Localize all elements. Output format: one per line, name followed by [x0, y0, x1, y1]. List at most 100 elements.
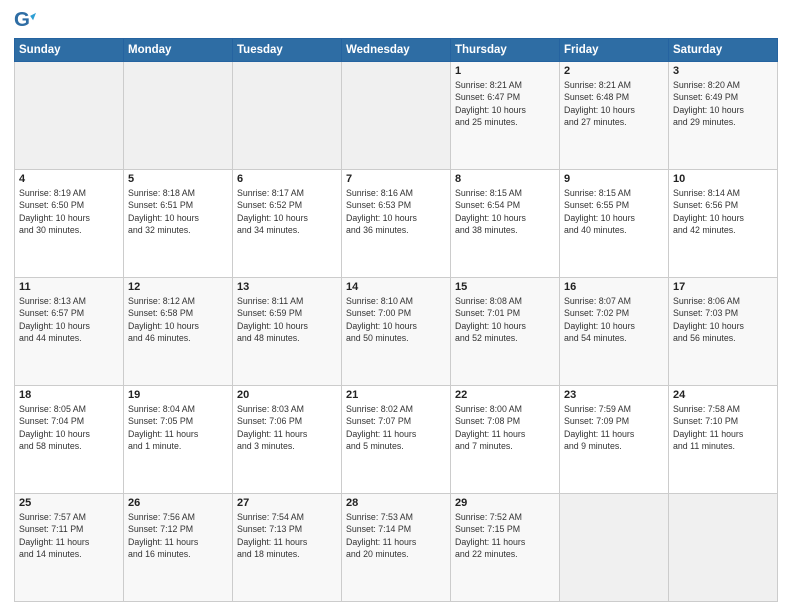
day-number: 17 [673, 281, 773, 293]
weekday-header: Tuesday [233, 39, 342, 62]
day-info: Sunrise: 8:15 AMSunset: 6:54 PMDaylight:… [455, 187, 555, 236]
weekday-header: Wednesday [342, 39, 451, 62]
calendar-cell: 23 Sunrise: 7:59 AMSunset: 7:09 PMDayligh… [560, 386, 669, 494]
calendar-cell: 14Sunrise: 8:10 AMSunset: 7:00 PMDayligh… [342, 278, 451, 386]
calendar-cell [342, 62, 451, 170]
calendar-cell: 16 Sunrise: 8:07 AMSunset: 7:02 PMDayligh… [560, 278, 669, 386]
day-number: 12 [128, 281, 228, 293]
day-info: Sunrise: 8:12 AMSunset: 6:58 PMDaylight:… [128, 295, 228, 344]
calendar-week-row: 1Sunrise: 8:21 AMSunset: 6:47 PMDaylight… [15, 62, 778, 170]
day-number: 20 [237, 389, 337, 401]
day-number: 21 [346, 389, 446, 401]
day-number: 7 [346, 173, 446, 185]
page: G SundayMondayTuesdayWednesdayThursdayFr… [0, 0, 792, 612]
day-info: Sunrise: 8:20 AMSunset: 6:49 PMDaylight:… [673, 79, 773, 128]
calendar-cell [669, 494, 778, 602]
day-number: 6 [237, 173, 337, 185]
day-number: 16 [564, 281, 664, 293]
day-number: 23 [564, 389, 664, 401]
calendar-cell: 1Sunrise: 8:21 AMSunset: 6:47 PMDaylight… [451, 62, 560, 170]
calendar-cell: 3 Sunrise: 8:20 AMSunset: 6:49 PMDaylight… [669, 62, 778, 170]
calendar-cell: 22 Sunrise: 8:00 AMSunset: 7:08 PMDayligh… [451, 386, 560, 494]
logo-icon: G [14, 10, 36, 32]
day-number: 8 [455, 173, 555, 185]
calendar-cell: 6 Sunrise: 8:17 AMSunset: 6:52 PMDaylight… [233, 170, 342, 278]
calendar-cell: 10Sunrise: 8:14 AMSunset: 6:56 PMDayligh… [669, 170, 778, 278]
day-number: 19 [128, 389, 228, 401]
day-number: 3 [673, 65, 773, 77]
calendar-cell: 7Sunrise: 8:16 AMSunset: 6:53 PMDaylight… [342, 170, 451, 278]
day-number: 26 [128, 497, 228, 509]
day-info: Sunrise: 8:10 AMSunset: 7:00 PMDaylight:… [346, 295, 446, 344]
day-number: 25 [19, 497, 119, 509]
day-info: Sunrise: 8:21 AMSunset: 6:48 PMDaylight:… [564, 79, 664, 128]
day-number: 22 [455, 389, 555, 401]
calendar-cell: 24 Sunrise: 7:58 AMSunset: 7:10 PMDayligh… [669, 386, 778, 494]
calendar-cell: 11 Sunrise: 8:13 AMSunset: 6:57 PMDayligh… [15, 278, 124, 386]
calendar-week-row: 11 Sunrise: 8:13 AMSunset: 6:57 PMDayligh… [15, 278, 778, 386]
calendar-cell: 5 Sunrise: 8:18 AMSunset: 6:51 PMDaylight… [124, 170, 233, 278]
svg-text:G: G [14, 10, 30, 31]
calendar-cell: 17 Sunrise: 8:06 AMSunset: 7:03 PMDayligh… [669, 278, 778, 386]
header: G [14, 10, 778, 32]
weekday-header: Friday [560, 39, 669, 62]
day-info: Sunrise: 7:53 AMSunset: 7:14 PMDaylight:… [346, 511, 446, 560]
calendar-cell: 15 Sunrise: 8:08 AMSunset: 7:01 PMDayligh… [451, 278, 560, 386]
day-info: Sunrise: 8:15 AMSunset: 6:55 PMDaylight:… [564, 187, 664, 236]
day-info: Sunrise: 8:11 AMSunset: 6:59 PMDaylight:… [237, 295, 337, 344]
day-number: 28 [346, 497, 446, 509]
weekday-header: Sunday [15, 39, 124, 62]
day-number: 13 [237, 281, 337, 293]
calendar-header-row: SundayMondayTuesdayWednesdayThursdayFrid… [15, 39, 778, 62]
day-number: 10 [673, 173, 773, 185]
day-info: Sunrise: 7:57 AMSunset: 7:11 PMDaylight:… [19, 511, 119, 560]
calendar-cell: 9Sunrise: 8:15 AMSunset: 6:55 PMDaylight… [560, 170, 669, 278]
day-info: Sunrise: 8:08 AMSunset: 7:01 PMDaylight:… [455, 295, 555, 344]
calendar-cell: 28 Sunrise: 7:53 AMSunset: 7:14 PMDayligh… [342, 494, 451, 602]
calendar-cell: 20 Sunrise: 8:03 AMSunset: 7:06 PMDayligh… [233, 386, 342, 494]
calendar-cell [15, 62, 124, 170]
calendar-table: SundayMondayTuesdayWednesdayThursdayFrid… [14, 38, 778, 602]
weekday-header: Saturday [669, 39, 778, 62]
day-number: 11 [19, 281, 119, 293]
day-info: Sunrise: 8:00 AMSunset: 7:08 PMDaylight:… [455, 403, 555, 452]
day-info: Sunrise: 8:18 AMSunset: 6:51 PMDaylight:… [128, 187, 228, 236]
day-number: 24 [673, 389, 773, 401]
calendar-cell: 13 Sunrise: 8:11 AMSunset: 6:59 PMDayligh… [233, 278, 342, 386]
day-info: Sunrise: 7:56 AMSunset: 7:12 PMDaylight:… [128, 511, 228, 560]
logo: G [14, 10, 40, 32]
day-info: Sunrise: 7:59 AMSunset: 7:09 PMDaylight:… [564, 403, 664, 452]
weekday-header: Monday [124, 39, 233, 62]
calendar-cell [560, 494, 669, 602]
day-number: 29 [455, 497, 555, 509]
day-number: 4 [19, 173, 119, 185]
day-info: Sunrise: 7:58 AMSunset: 7:10 PMDaylight:… [673, 403, 773, 452]
calendar-cell: 4 Sunrise: 8:19 AMSunset: 6:50 PMDaylight… [15, 170, 124, 278]
day-number: 27 [237, 497, 337, 509]
calendar-week-row: 25 Sunrise: 7:57 AMSunset: 7:11 PMDayligh… [15, 494, 778, 602]
day-info: Sunrise: 8:21 AMSunset: 6:47 PMDaylight:… [455, 79, 555, 128]
day-info: Sunrise: 8:03 AMSunset: 7:06 PMDaylight:… [237, 403, 337, 452]
day-info: Sunrise: 8:06 AMSunset: 7:03 PMDaylight:… [673, 295, 773, 344]
day-info: Sunrise: 8:17 AMSunset: 6:52 PMDaylight:… [237, 187, 337, 236]
day-info: Sunrise: 8:19 AMSunset: 6:50 PMDaylight:… [19, 187, 119, 236]
day-info: Sunrise: 8:04 AMSunset: 7:05 PMDaylight:… [128, 403, 228, 452]
calendar-cell: 29Sunrise: 7:52 AMSunset: 7:15 PMDayligh… [451, 494, 560, 602]
calendar-cell: 26 Sunrise: 7:56 AMSunset: 7:12 PMDayligh… [124, 494, 233, 602]
day-number: 2 [564, 65, 664, 77]
day-number: 5 [128, 173, 228, 185]
day-number: 18 [19, 389, 119, 401]
day-info: Sunrise: 8:07 AMSunset: 7:02 PMDaylight:… [564, 295, 664, 344]
calendar-cell [124, 62, 233, 170]
day-info: Sunrise: 8:05 AMSunset: 7:04 PMDaylight:… [19, 403, 119, 452]
day-info: Sunrise: 8:13 AMSunset: 6:57 PMDaylight:… [19, 295, 119, 344]
day-number: 15 [455, 281, 555, 293]
calendar-cell [233, 62, 342, 170]
calendar-cell: 18 Sunrise: 8:05 AMSunset: 7:04 PMDayligh… [15, 386, 124, 494]
day-info: Sunrise: 7:54 AMSunset: 7:13 PMDaylight:… [237, 511, 337, 560]
calendar-cell: 2 Sunrise: 8:21 AMSunset: 6:48 PMDaylight… [560, 62, 669, 170]
day-info: Sunrise: 8:02 AMSunset: 7:07 PMDaylight:… [346, 403, 446, 452]
weekday-header: Thursday [451, 39, 560, 62]
calendar-cell: 12 Sunrise: 8:12 AMSunset: 6:58 PMDayligh… [124, 278, 233, 386]
calendar-week-row: 18 Sunrise: 8:05 AMSunset: 7:04 PMDayligh… [15, 386, 778, 494]
